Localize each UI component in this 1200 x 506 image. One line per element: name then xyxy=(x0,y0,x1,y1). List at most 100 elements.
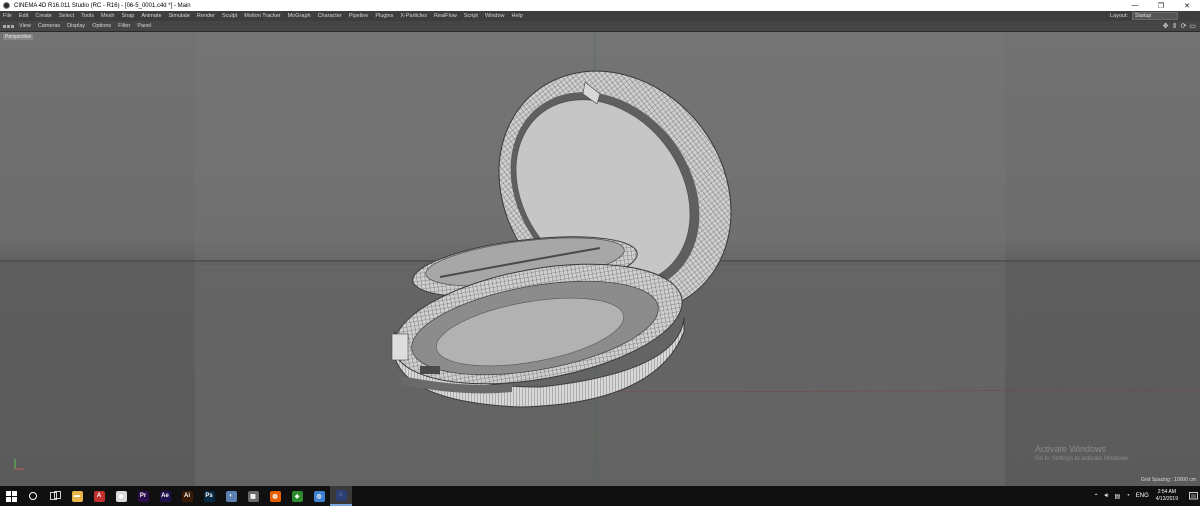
menu-snap[interactable]: Snap xyxy=(121,13,134,19)
grid-spacing-readout: Grid Spacing : 10000 cm xyxy=(1140,477,1196,483)
viewport-menu-filter[interactable]: Filter xyxy=(118,23,130,29)
menu-pipeline[interactable]: Pipeline xyxy=(349,13,369,19)
file-explorer-app-button[interactable]: ▬ xyxy=(66,486,88,506)
window-controls: — ❐ ✕ xyxy=(1122,0,1200,11)
viewport-menu-cameras[interactable]: Cameras xyxy=(38,23,60,29)
viewport-name-label: Perspective xyxy=(3,34,34,40)
axis-gizmo-icon xyxy=(14,459,24,470)
watermark-subtitle: Go to Settings to activate Windows. xyxy=(1035,456,1130,462)
rotate-view-icon[interactable]: ⟳ xyxy=(1180,23,1187,30)
wifi-icon[interactable]: ◔ xyxy=(1126,493,1130,499)
search-button[interactable] xyxy=(22,486,44,506)
viewport-nav-icons: ✥ ⇕ ⟳ ▭ xyxy=(1160,23,1196,30)
photoshop-app-button[interactable]: Ps xyxy=(198,486,220,506)
layout-switcher: Layout: Startup xyxy=(1110,12,1178,20)
layout-dropdown[interactable]: Startup xyxy=(1132,12,1178,20)
illustrator-app-button[interactable]: Ai xyxy=(176,486,198,506)
premiere-app-button[interactable]: Pr xyxy=(132,486,154,506)
perspective-viewport[interactable]: Perspective Activate Windows Go to Setti… xyxy=(0,32,1200,486)
menu-character[interactable]: Character xyxy=(318,13,342,19)
language-indicator[interactable]: ENG xyxy=(1136,493,1149,499)
media-app-icon: ◐ xyxy=(225,490,237,502)
menu-motion-tracker[interactable]: Motion Tracker xyxy=(244,13,280,19)
minimize-button[interactable]: — xyxy=(1122,0,1148,11)
task-view-button[interactable] xyxy=(44,486,66,506)
watermark-title: Activate Windows xyxy=(1035,444,1107,454)
browser-app-icon: ◎ xyxy=(313,490,325,502)
calculator-app-button[interactable]: ▦ xyxy=(242,486,264,506)
menu-sculpt[interactable]: Sculpt xyxy=(222,13,237,19)
chrome-app-icon: ◉ xyxy=(115,490,127,502)
menu-items: File Edit Create Select Tools Mesh Snap Animate… xyxy=(3,13,530,19)
maximize-button[interactable]: ❐ xyxy=(1148,0,1174,11)
action-center-button[interactable] xyxy=(1186,486,1200,506)
system-tray: ⌃ 🔊︎ ▤ ◔ ENG 2:54 AM 4/13/2019 xyxy=(1091,486,1200,506)
volume-icon[interactable]: 🔊︎ xyxy=(1105,493,1109,500)
after-effects-app-icon: Ae xyxy=(159,490,171,502)
base-clasp-slot xyxy=(420,366,440,374)
chrome-app-button[interactable]: ◉ xyxy=(110,486,132,506)
windows-logo-icon xyxy=(5,490,17,502)
scene-3d[interactable] xyxy=(0,32,1200,486)
window-title: CINEMA 4D R16.011 Studio (RC - R16) - [0… xyxy=(14,2,191,9)
layout-label: Layout: xyxy=(1109,13,1128,19)
viewport-menu-bar: View Cameras Display Options Filter Panel ✥ ⇕… xyxy=(0,21,1200,32)
after-effects-app-button[interactable]: Ae xyxy=(154,486,176,506)
menu-edit[interactable]: Edit xyxy=(19,13,28,19)
media-app-button[interactable]: ◐ xyxy=(220,486,242,506)
search-icon xyxy=(29,492,37,500)
browser-app-button[interactable]: ◎ xyxy=(308,486,330,506)
viewport-menu-options[interactable]: Options xyxy=(92,23,111,29)
menu-select[interactable]: Select xyxy=(59,13,74,19)
toggle-layout-icon[interactable]: ▭ xyxy=(1189,23,1196,30)
base-clasp xyxy=(391,333,409,361)
photoshop-app-icon: Ps xyxy=(203,490,215,502)
menu-render[interactable]: Render xyxy=(197,13,215,19)
cinema4d-app-button[interactable]: ◌ xyxy=(330,486,352,506)
menu-tools[interactable]: Tools xyxy=(81,13,94,19)
network-icon[interactable]: ▤ xyxy=(1114,493,1120,500)
cinema4d-icon xyxy=(3,2,10,9)
menu-window[interactable]: Window xyxy=(485,13,505,19)
menu-mesh[interactable]: Mesh xyxy=(101,13,114,19)
firefox-app-button[interactable]: ◍ xyxy=(264,486,286,506)
viewport-menu-display[interactable]: Display xyxy=(67,23,85,29)
start-button[interactable] xyxy=(0,486,22,506)
activate-windows-watermark: Activate Windows Go to Settings to activ… xyxy=(1035,444,1130,462)
close-button[interactable]: ✕ xyxy=(1174,0,1200,11)
menu-plugins[interactable]: Plugins xyxy=(375,13,393,19)
autocad-app-button[interactable]: A xyxy=(88,486,110,506)
menu-bar: File Edit Create Select Tools Mesh Snap Animate… xyxy=(0,11,1200,21)
menu-help[interactable]: Help xyxy=(512,13,523,19)
firefox-app-icon: ◍ xyxy=(269,490,281,502)
illustrator-app-icon: Ai xyxy=(181,490,193,502)
menu-simulate[interactable]: Simulate xyxy=(169,13,190,19)
zoom-view-icon[interactable]: ⇕ xyxy=(1171,23,1178,30)
move-view-icon[interactable]: ✥ xyxy=(1162,23,1169,30)
windows-taskbar: ▬ A ◉ Pr Ae Ai Ps ◐ ▦ ◍ ◈ ◎ ◌ ⌃ 🔊︎ ▤ ◔ ENG 2:54 AM 4… xyxy=(0,486,1200,506)
people-icon[interactable]: ⌃ xyxy=(1094,493,1099,500)
cinema4d-app-icon: ◌ xyxy=(335,489,347,501)
menu-script[interactable]: Script xyxy=(464,13,478,19)
xbox-app-icon: ◈ xyxy=(291,490,303,502)
viewport-menu-view[interactable]: View xyxy=(19,23,31,29)
menu-file[interactable]: File xyxy=(3,13,12,19)
title-bar: CINEMA 4D R16.011 Studio (RC - R16) - [0… xyxy=(0,0,1200,11)
autocad-app-icon: A xyxy=(93,490,105,502)
clock[interactable]: 2:54 AM 4/13/2019 xyxy=(1156,489,1178,503)
viewport-menu-panel[interactable]: Panel xyxy=(137,23,151,29)
file-explorer-app-icon: ▬ xyxy=(71,490,83,502)
xbox-app-button[interactable]: ◈ xyxy=(286,486,308,506)
taskbar-apps: ▬ A ◉ Pr Ae Ai Ps ◐ ▦ ◍ ◈ ◎ ◌ xyxy=(66,486,352,506)
viewport-menu-items: View Cameras Display Options Filter Panel xyxy=(19,23,158,29)
clock-time: 2:54 AM xyxy=(1157,489,1177,495)
viewport-grip-icon xyxy=(3,24,15,28)
task-view-icon xyxy=(49,491,61,500)
calculator-app-icon: ▦ xyxy=(247,490,259,502)
menu-animate[interactable]: Animate xyxy=(141,13,161,19)
menu-realflow[interactable]: RealFlow xyxy=(434,13,457,19)
menu-create[interactable]: Create xyxy=(35,13,52,19)
menu-x-particles[interactable]: X-Particles xyxy=(400,13,427,19)
notification-icon xyxy=(1188,491,1198,499)
menu-mograph[interactable]: MoGraph xyxy=(288,13,311,19)
